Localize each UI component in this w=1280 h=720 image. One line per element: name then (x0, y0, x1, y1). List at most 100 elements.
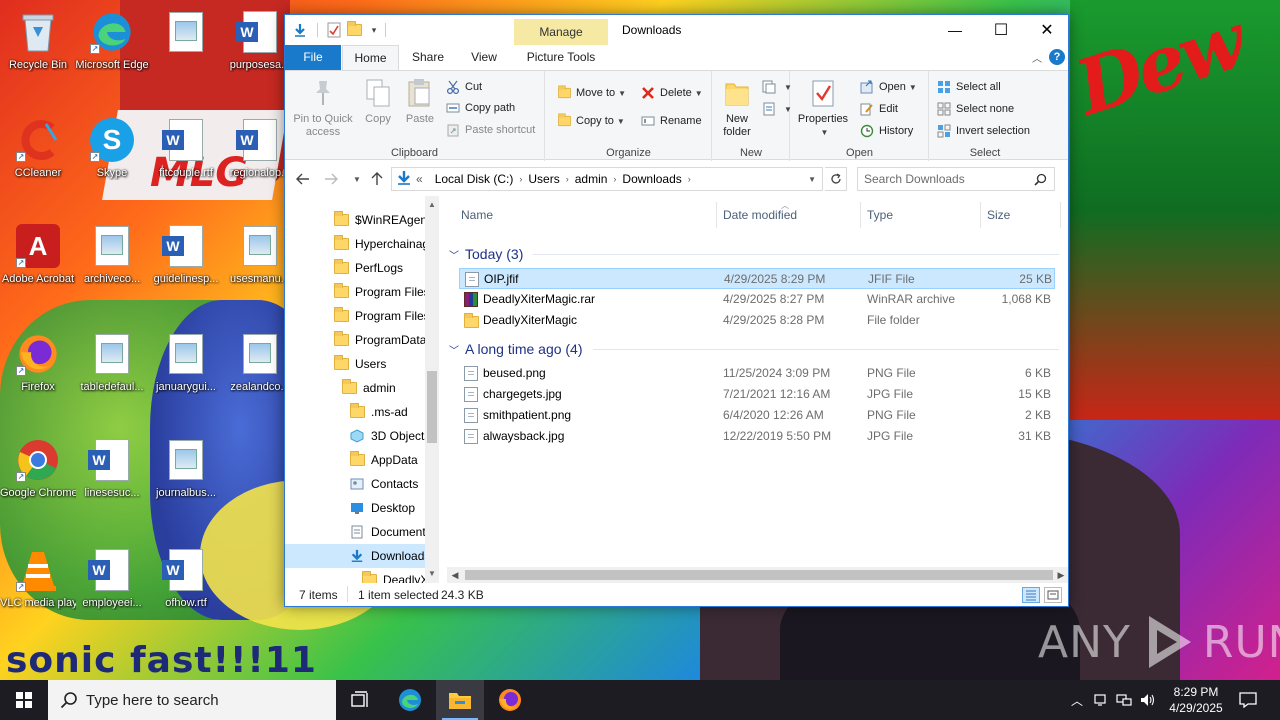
breadcrumb-overflow[interactable]: « (416, 172, 423, 186)
navigation-scrollbar[interactable]: ▲ ▼ (425, 196, 439, 583)
horizontal-scrollbar[interactable]: ◀ ▶ (447, 567, 1068, 583)
taskbar-clock[interactable]: 8:29 PM 4/29/2025 (1162, 684, 1230, 716)
collapse-ribbon-chevron-icon[interactable]: ︿ (1029, 49, 1045, 65)
nav-item[interactable]: Downloads (285, 544, 425, 568)
scroll-down-arrow-icon[interactable]: ▼ (425, 567, 439, 581)
invert-selection-button[interactable]: Invert selection (936, 121, 1030, 141)
up-button[interactable] (367, 169, 387, 189)
group-collapse-chevron-icon[interactable]: ﹀ (449, 342, 459, 357)
column-header-size[interactable]: Size (981, 202, 1061, 228)
tab-file[interactable]: File (285, 45, 341, 70)
delete-button[interactable]: Delete ▼ (640, 83, 703, 103)
tab-picture-tools[interactable]: Picture Tools (515, 45, 607, 70)
breadcrumb-item[interactable]: Downloads (622, 172, 681, 186)
file-row[interactable]: DeadlyXiterMagic 4/29/2025 8:28 PM File fo… (459, 310, 1055, 331)
open-button[interactable]: Open ▼ (859, 77, 917, 97)
history-button[interactable]: History (859, 121, 913, 141)
column-header-name[interactable]: Name (455, 202, 717, 228)
nav-item[interactable]: 3D Objects (285, 424, 425, 448)
taskbar-firefox-button[interactable] (486, 680, 534, 720)
breadcrumb-item[interactable]: Local Disk (C:) (435, 172, 514, 186)
easy-access-button[interactable]: ▼ (761, 99, 792, 119)
file-group-header[interactable]: ﹀ A long time ago (4) (449, 337, 1059, 361)
nav-item[interactable]: .ms-ad (285, 400, 425, 424)
address-history-chevron-icon[interactable]: ▼ (808, 175, 816, 184)
file-row[interactable]: chargegets.jpg 7/21/2021 12:16 AM JPG File… (459, 384, 1055, 405)
group-collapse-chevron-icon[interactable]: ﹀ (449, 247, 459, 262)
manage-contextual-tab[interactable]: Manage (514, 19, 608, 45)
nav-item[interactable]: AppData (285, 448, 425, 472)
task-view-button[interactable] (336, 680, 384, 720)
forward-button[interactable] (321, 169, 341, 189)
help-icon[interactable]: ? (1049, 49, 1065, 65)
column-header-date[interactable]: Date modified (717, 202, 861, 228)
network-icon[interactable] (1112, 693, 1136, 707)
properties-check-icon[interactable] (325, 20, 343, 40)
desktop-icon[interactable]: A ↗ Adobe Acrobat (0, 222, 76, 286)
minimize-button[interactable]: — (932, 15, 978, 45)
nav-item[interactable]: DeadlyXiterMagic (285, 568, 425, 583)
close-button[interactable]: ✕ (1024, 15, 1068, 45)
paste-shortcut-button[interactable]: Paste shortcut (445, 120, 535, 140)
desktop-icon[interactable]: tabledefaul... (74, 330, 150, 394)
qat-dropdown-icon[interactable]: ▾ (365, 20, 383, 40)
nav-item[interactable]: Documents (285, 520, 425, 544)
breadcrumb-separator-icon[interactable]: › (519, 174, 522, 184)
desktop-icon[interactable]: S ↗ Skype (74, 116, 150, 180)
search-input[interactable]: Search Downloads (857, 167, 1055, 191)
address-bar[interactable]: « Local Disk (C:) › Users › admin › Downloads ›… (391, 167, 823, 191)
file-group-header[interactable]: ﹀ Today (3) (449, 242, 1059, 266)
notifications-button[interactable] (1230, 680, 1266, 720)
tab-share[interactable]: Share (403, 45, 453, 70)
nav-item[interactable]: Contacts (285, 472, 425, 496)
nav-item[interactable]: Program Files (285, 280, 425, 304)
taskbar-search-box[interactable]: Type here to search (48, 680, 336, 720)
show-hidden-icons-chevron-icon[interactable]: ︿ (1066, 692, 1088, 709)
desktop-icon[interactable]: Wfitcouple.rtf (148, 116, 224, 180)
refresh-button[interactable] (825, 167, 847, 191)
breadcrumb-separator-icon[interactable]: › (566, 174, 569, 184)
volume-icon[interactable] (1136, 693, 1160, 707)
column-header-type[interactable]: Type (861, 202, 981, 228)
desktop-icon[interactable]: journalbus... (148, 436, 224, 500)
scroll-right-arrow-icon[interactable]: ▶ (1053, 567, 1068, 583)
select-none-button[interactable]: Select none (936, 99, 1014, 119)
desktop-icon[interactable]: ↗ VLC media player (0, 546, 76, 610)
nav-item[interactable]: ProgramData (285, 328, 425, 352)
taskbar-edge-button[interactable] (386, 680, 434, 720)
desktop-icon[interactable]: ↗ Firefox (0, 330, 76, 394)
file-row[interactable]: DeadlyXiterMagic.rar 4/29/2025 8:27 PM Win… (459, 289, 1055, 310)
move-to-button[interactable]: Move to ▼ (556, 83, 626, 103)
breadcrumb-separator-icon[interactable]: › (688, 174, 691, 184)
back-button[interactable] (293, 169, 313, 189)
file-row[interactable]: smithpatient.png 6/4/2020 12:26 AM PNG Fil… (459, 405, 1055, 426)
nav-item[interactable]: Desktop (285, 496, 425, 520)
paste-button[interactable]: Paste (401, 77, 439, 126)
nav-item[interactable]: PerfLogs (285, 256, 425, 280)
nav-item[interactable]: $WinREAgent (285, 208, 425, 232)
desktop-icon[interactable] (148, 8, 224, 58)
network-device-icon[interactable] (1088, 693, 1112, 707)
copy-button[interactable]: Copy (359, 77, 397, 126)
desktop-icon[interactable]: archiveco... (74, 222, 150, 286)
navigation-scrollbar-thumb[interactable] (427, 371, 437, 443)
desktop-icon[interactable]: ↗ CCleaner (0, 116, 76, 180)
nav-item[interactable]: Users (285, 352, 425, 376)
breadcrumb-item[interactable]: Users (528, 172, 559, 186)
desktop-icon[interactable]: Wguidelinesp... (148, 222, 224, 286)
tab-home[interactable]: Home (342, 45, 399, 70)
breadcrumb-separator-icon[interactable]: › (613, 174, 616, 184)
desktop-icon[interactable]: Wemployeei... (74, 546, 150, 610)
rename-button[interactable]: Rename (640, 111, 702, 131)
copy-to-button[interactable]: Copy to ▼ (556, 111, 625, 131)
file-row[interactable]: alwaysback.jpg 12/22/2019 5:50 PM JPG File… (459, 426, 1055, 447)
desktop-icon[interactable]: ↗ Microsoft Edge (74, 8, 150, 72)
breadcrumb-item[interactable]: admin (575, 172, 608, 186)
file-row[interactable]: OIP.jfif 4/29/2025 8:29 PM JFIF File 25 KB (459, 268, 1055, 289)
start-button[interactable] (0, 680, 48, 720)
cut-button[interactable]: Cut (445, 77, 482, 97)
pin-quick-access-button[interactable]: Pin to Quick access (291, 77, 355, 139)
nav-item[interactable]: admin (285, 376, 425, 400)
title-bar[interactable]: ▾ Manage Downloads — ☐ ✕ (285, 15, 1068, 45)
properties-button[interactable]: Properties ▼ (795, 77, 851, 139)
